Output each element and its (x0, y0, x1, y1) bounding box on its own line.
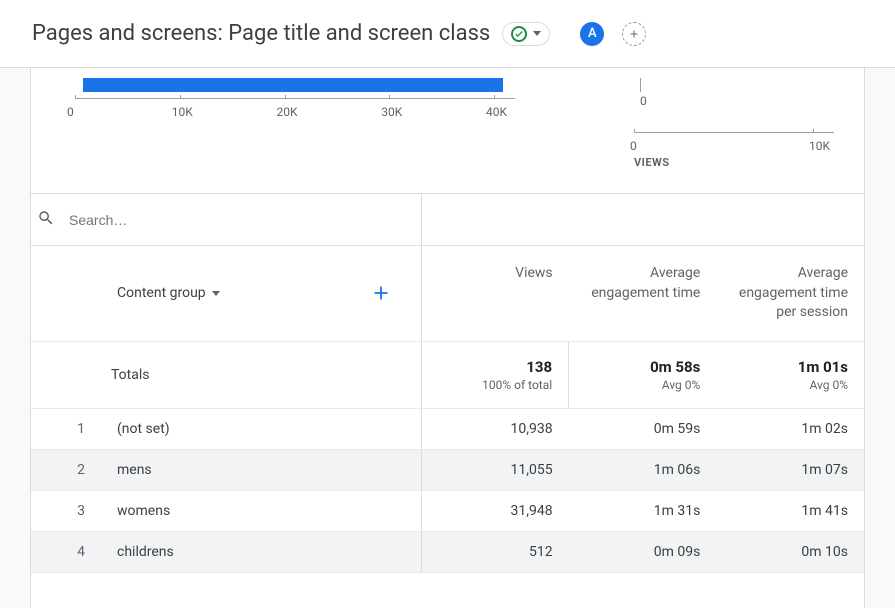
add-comparison-button[interactable] (622, 22, 646, 46)
charts-area: 0 10K 20K 30K 40K 0 0 10K VIEWS (31, 68, 864, 193)
table-row[interactable]: 2 mens 11,055 1m 06s 1m 07s (31, 449, 864, 490)
table-row[interactable]: 4 childrens 512 0m 09s 0m 10s (31, 531, 864, 572)
chart-bar (83, 78, 503, 92)
axis-tick: 20K (277, 105, 298, 119)
chevron-down-icon (533, 31, 541, 36)
table-row[interactable]: 1 (not set) 10,938 0m 59s 1m 02s (31, 408, 864, 449)
column-header[interactable]: Average engagement time (569, 246, 717, 341)
row-metric: 0m 09s (569, 531, 717, 572)
row-metric: 11,055 (421, 449, 569, 490)
row-metric: 1m 06s (569, 449, 717, 490)
table-header-row: Content group Views Average engagement t… (31, 246, 864, 341)
row-dimension: womens (101, 490, 421, 531)
row-metric: 10,938 (421, 408, 569, 449)
metric-cell: 138100% of total (421, 341, 569, 408)
axis-tick: 0 (634, 94, 834, 108)
row-metric: 512 (421, 531, 569, 572)
axis-label: VIEWS (634, 152, 834, 169)
page-header: Pages and screens: Page title and screen… (0, 0, 895, 68)
search-icon (37, 209, 55, 231)
column-header[interactable]: Views (421, 246, 569, 341)
bar-chart-horizontal: 0 10K 20K 30K 40K (61, 68, 634, 169)
row-rank: 3 (31, 490, 101, 531)
row-metric: 1m 41s (716, 490, 864, 531)
chart-x-axis: 0 10K 20K 30K 40K (75, 98, 515, 118)
page-title: Pages and screens: Page title and screen… (32, 21, 490, 46)
row-metric: 1m 07s (716, 449, 864, 490)
row-rank: 4 (31, 531, 101, 572)
divider (421, 194, 422, 245)
row-dimension: (not set) (101, 408, 421, 449)
axis-tick: 10K (172, 105, 193, 119)
axis-tick: 0 (630, 139, 637, 153)
axis-tick: 0 (67, 105, 74, 119)
check-icon (511, 26, 527, 42)
dimension-selector[interactable]: Content group (117, 284, 405, 304)
avatar[interactable]: A (580, 22, 604, 46)
axis-tick: 40K (486, 105, 507, 119)
axis-tick: 10K (809, 139, 830, 153)
search-row (31, 194, 864, 246)
metric-cell: 1m 01sAvg 0% (716, 341, 864, 408)
row-rank: 1 (31, 408, 101, 449)
dimension-label: Content group (117, 284, 206, 304)
column-header[interactable]: Average engagement time per session (716, 246, 864, 341)
table-row[interactable]: 3 womens 31,948 1m 31s 1m 41s (31, 490, 864, 531)
search-input[interactable] (69, 212, 864, 228)
chart-x-axis: 0 10K (634, 132, 834, 152)
report-card: 0 10K 20K 30K 40K 0 0 10K VIEWS (30, 68, 865, 608)
totals-row: Totals 138100% of total 0m 58sAvg 0% 1m … (31, 341, 864, 408)
axis-tick: 30K (381, 105, 402, 119)
chevron-down-icon (212, 291, 220, 296)
row-dimension: mens (101, 449, 421, 490)
row-metric: 0m 10s (716, 531, 864, 572)
status-chip[interactable] (502, 22, 550, 46)
row-metric: 1m 02s (716, 408, 864, 449)
bar-chart-secondary: 0 0 10K VIEWS (634, 68, 834, 169)
row-metric: 0m 59s (569, 408, 717, 449)
metric-cell: 0m 58sAvg 0% (569, 341, 717, 408)
row-metric: 1m 31s (569, 490, 717, 531)
add-dimension-button[interactable] (369, 281, 393, 305)
row-dimension: childrens (101, 531, 421, 572)
row-rank: 2 (31, 449, 101, 490)
row-metric: 31,948 (421, 490, 569, 531)
totals-label: Totals (31, 341, 421, 408)
data-table: Content group Views Average engagement t… (31, 246, 864, 573)
